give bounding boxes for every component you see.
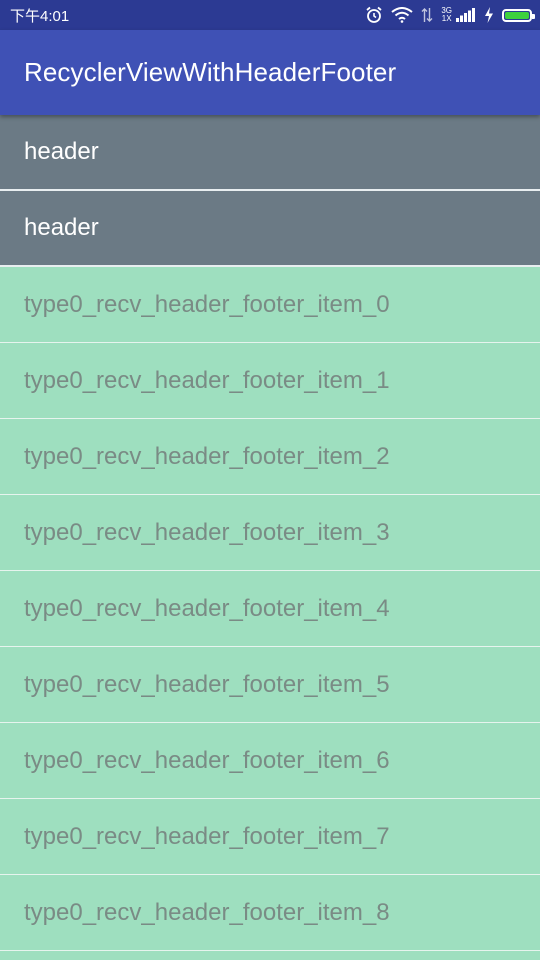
list-item[interactable]: type0_recv_header_footer_item_1: [0, 343, 540, 419]
app-title: RecyclerViewWithHeaderFooter: [24, 57, 397, 87]
list-item[interactable]: type0_recv_header_footer_item_5: [0, 647, 540, 723]
status-time: 下午4:01: [10, 7, 70, 25]
list-item-label: type0_recv_header_footer_item_3: [24, 518, 390, 546]
list-header-label: header: [24, 214, 99, 241]
data-arrows-icon: [421, 7, 433, 23]
list-item-label: type0_recv_header_footer_item_0: [24, 290, 390, 318]
recycler-list[interactable]: header header type0_recv_header_footer_i…: [0, 115, 540, 951]
alarm-icon: [365, 6, 383, 24]
list-item-label: type0_recv_header_footer_item_4: [24, 594, 390, 622]
list-item-label: type0_recv_header_footer_item_6: [24, 746, 390, 774]
list-item-label: type0_recv_header_footer_item_5: [24, 670, 390, 698]
network-type-bottom: 1X: [441, 14, 452, 23]
battery-fill: [505, 11, 529, 19]
battery-icon: [502, 8, 535, 22]
list-item-label: type0_recv_header_footer_item_2: [24, 442, 390, 470]
status-bar: 下午4:01 3G 1X: [0, 0, 540, 30]
list-item[interactable]: type0_recv_header_footer_item_4: [0, 571, 540, 647]
status-icons: 3G 1X: [365, 6, 535, 24]
list-item-label: type0_recv_header_footer_item_1: [24, 366, 390, 394]
list-item-label: type0_recv_header_footer_item_7: [24, 822, 390, 850]
list-header: header: [0, 191, 540, 267]
list-item[interactable]: type0_recv_header_footer_item_6: [0, 723, 540, 799]
list-header-label: header: [24, 138, 99, 165]
list-item[interactable]: type0_recv_header_footer_item_2: [0, 419, 540, 495]
list-item[interactable]: type0_recv_header_footer_item_3: [0, 495, 540, 571]
list-header: header: [0, 115, 540, 191]
list-item[interactable]: type0_recv_header_footer_item_0: [0, 267, 540, 343]
list-item[interactable]: type0_recv_header_footer_item_8: [0, 875, 540, 951]
charging-icon: [484, 7, 494, 23]
network-type: 3G 1X: [441, 7, 452, 23]
signal-icon: [456, 8, 476, 22]
app-bar: RecyclerViewWithHeaderFooter: [0, 30, 540, 115]
wifi-icon: [391, 7, 413, 23]
list-item-label: type0_recv_header_footer_item_8: [24, 898, 390, 926]
list-item[interactable]: type0_recv_header_footer_item_7: [0, 799, 540, 875]
